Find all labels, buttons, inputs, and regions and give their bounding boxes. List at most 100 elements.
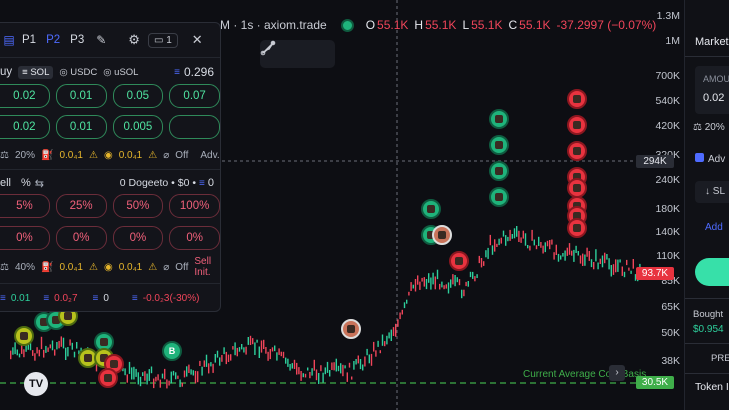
add-button[interactable]: Add	[705, 222, 723, 233]
sell-marker[interactable]	[98, 368, 118, 388]
candle	[128, 361, 131, 374]
sell-percent-button[interactable]: 0%	[169, 226, 220, 250]
buy-amount-button[interactable]: 0.01	[55, 115, 107, 139]
candle	[511, 234, 513, 239]
sell-percent-button[interactable]: 50%	[112, 194, 164, 218]
buy-marker[interactable]	[489, 161, 509, 181]
wallet-count[interactable]: ▭ 1	[147, 32, 178, 48]
buy-amount-button[interactable]: 0.005	[112, 115, 164, 139]
sell-marker[interactable]	[567, 218, 587, 238]
sl-label: SL	[712, 186, 726, 197]
preset-p1[interactable]: P1	[22, 34, 36, 46]
candle	[465, 281, 467, 287]
buy-amounts-row1: 0.02 0.01 0.05 0.07	[0, 84, 220, 108]
warning-icon: ⚠	[88, 149, 98, 161]
adv-toggle[interactable]: Adv	[695, 153, 725, 165]
candle	[355, 359, 357, 365]
scroll-right-button[interactable]: ›	[609, 365, 625, 381]
buy-amount-button[interactable]: 0.02	[0, 84, 50, 108]
dev-marker[interactable]	[432, 225, 452, 245]
panel-footer: ≡ 0.01 ≡ 0.0₂7 ≡ 0 ≡ -0.0₂3(-30%)	[0, 290, 220, 306]
market-tab[interactable]: Market	[695, 36, 729, 48]
candle	[395, 323, 397, 337]
sell-percent-button[interactable]: 25%	[55, 194, 107, 218]
candle	[498, 238, 500, 246]
preset-p3[interactable]: P3	[70, 34, 84, 46]
gear-icon[interactable]: ⚙	[128, 32, 140, 48]
sol-icon: ≡	[43, 292, 50, 304]
slippage-setting[interactable]: ⚖ 20%	[693, 122, 725, 133]
candle	[58, 340, 60, 349]
token-tab-usol[interactable]: ◎ uSOL	[103, 67, 138, 78]
candle	[467, 281, 469, 287]
buy-marker[interactable]	[489, 187, 509, 207]
adv-checkbox[interactable]	[695, 153, 704, 162]
sell-marker[interactable]	[567, 115, 587, 135]
buy-marker[interactable]	[489, 135, 509, 155]
candle	[632, 259, 634, 269]
dev-marker[interactable]	[341, 319, 361, 339]
candle	[67, 347, 69, 357]
sell-percent-button[interactable]: 0%	[112, 226, 164, 250]
sell-marker[interactable]	[567, 89, 587, 109]
buy-balance: 0.296	[183, 65, 214, 79]
sell-marker[interactable]	[449, 251, 469, 271]
sell-settings[interactable]: ⚖ 40% ⛽ 0.0₄1 ⚠ ◉ 0.0₄1 ⚠ ⌀ Off Sell Init.	[0, 256, 220, 278]
sl-button[interactable]: ↓ SL	[695, 181, 729, 203]
buy-settings[interactable]: ⚖ 20% ⛽ 0.0₄1 ⚠ ◉ 0.0₄1 ⚠ ⌀ Off Adv.	[0, 147, 220, 163]
sell-percent-button[interactable]: 0%	[0, 226, 50, 250]
sell-percent-label[interactable]: %	[21, 177, 31, 189]
submit-button[interactable]	[695, 258, 729, 286]
ohlc-c-label: C	[508, 18, 518, 32]
candle	[478, 255, 480, 264]
buy-amount-button[interactable]: 0.01	[55, 84, 107, 108]
candle	[414, 279, 417, 292]
candle	[399, 312, 401, 320]
candle	[489, 234, 491, 246]
swap-icon[interactable]: ⇆	[35, 177, 44, 190]
candle	[483, 261, 485, 266]
close-icon[interactable]: ✕	[192, 32, 203, 48]
candle	[331, 362, 333, 370]
buy-amount-button[interactable]: 0.02	[0, 115, 50, 139]
sell-bribe: 0.0₄1	[118, 261, 143, 273]
candle	[370, 353, 373, 366]
candle	[135, 368, 137, 377]
b-marker[interactable]: B	[162, 341, 182, 361]
candle	[381, 334, 384, 346]
sell-percent-button[interactable]: 100%	[169, 194, 220, 218]
sell-marker[interactable]	[567, 178, 587, 198]
amount-input[interactable]: AMOU 0.02	[695, 66, 729, 114]
preset-p2[interactable]: P2	[46, 34, 60, 46]
buy-marker[interactable]	[489, 109, 509, 129]
layout-icon[interactable]: ▤	[0, 33, 18, 47]
edit-icon[interactable]: ✎	[96, 33, 106, 47]
candle	[604, 252, 606, 264]
candle	[421, 277, 423, 282]
candle	[205, 354, 208, 367]
candle	[630, 270, 632, 274]
buy-amount-button[interactable]: 0.05	[112, 84, 164, 108]
candle	[615, 259, 617, 273]
footer-c: 0	[103, 292, 109, 304]
candle	[148, 369, 150, 381]
sell-marker[interactable]	[567, 141, 587, 161]
candle	[474, 276, 476, 282]
candle	[445, 284, 447, 289]
buy-marker[interactable]	[14, 326, 34, 346]
sell-priority: 0.0₄1	[59, 261, 83, 273]
candle	[401, 309, 403, 315]
buy-marker[interactable]	[421, 199, 441, 219]
token-tab-sol[interactable]: ≡ SOL	[18, 65, 54, 79]
token-tab-usdc[interactable]: ◎ USDC	[59, 67, 97, 78]
candle	[516, 226, 518, 237]
candle	[546, 240, 549, 247]
buy-amount-button[interactable]: 0.07	[169, 84, 220, 108]
sell-percent-button[interactable]: 5%	[0, 194, 50, 218]
price-axis[interactable]: 1.3M1M700K540K420K320K240K180K140K110K85…	[639, 0, 684, 410]
sell-percent-button[interactable]: 0%	[55, 226, 107, 250]
sell-init[interactable]: Sell Init.	[194, 256, 214, 278]
buy-amount-button[interactable]	[169, 115, 220, 139]
candle	[450, 279, 452, 288]
candle	[406, 299, 408, 304]
